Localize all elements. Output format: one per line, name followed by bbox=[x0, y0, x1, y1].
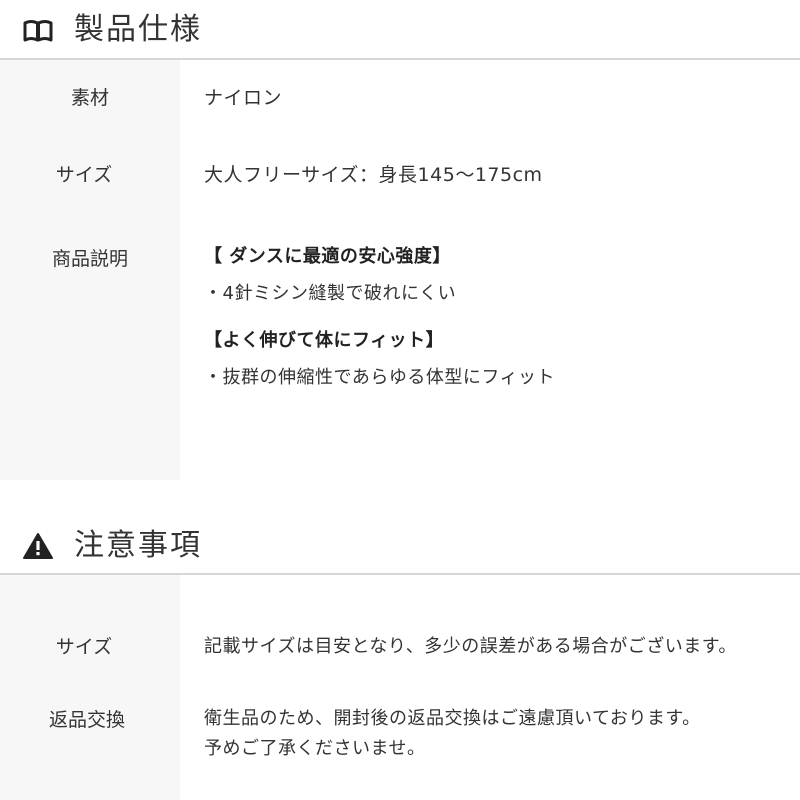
description-bullet-fit: ・抜群の伸縮性であらゆる体型にフィット bbox=[204, 367, 555, 388]
description-heading-strength: 【 ダンスに最適の安心強度】 bbox=[204, 246, 451, 267]
spec-section-title: 製品仕様 bbox=[74, 12, 202, 47]
caution-label-column bbox=[0, 575, 180, 800]
description-bullet-strength: ・4針ミシン縫製で破れにくい bbox=[204, 283, 457, 304]
returns-label: 返品交換 bbox=[48, 709, 125, 731]
size-label: サイズ bbox=[55, 164, 113, 186]
returns-value-line1: 衛生品のため、開封後の返品交換はご遠慮頂いております。 bbox=[204, 708, 701, 729]
returns-value-line2: 予めご了承くださいませ。 bbox=[204, 738, 426, 759]
caution-size-value: 記載サイズは目安となり、多少の誤差がある場合がございます。 bbox=[204, 636, 737, 657]
caution-size-label: サイズ bbox=[55, 636, 113, 658]
spec-section-header: 製品仕様 bbox=[0, 0, 800, 60]
warning-icon bbox=[22, 532, 54, 559]
size-value: 大人フリーサイズ：身長145〜175cm bbox=[204, 164, 543, 186]
caution-section-title: 注意事項 bbox=[74, 528, 202, 563]
description-heading-fit: 【よく伸びて体にフィット】 bbox=[204, 330, 445, 351]
description-label: 商品説明 bbox=[51, 248, 128, 270]
material-value: ナイロン bbox=[204, 87, 283, 109]
material-label: 素材 bbox=[70, 87, 109, 109]
caution-section-header: 注意事項 bbox=[0, 516, 800, 576]
book-icon bbox=[22, 18, 54, 44]
